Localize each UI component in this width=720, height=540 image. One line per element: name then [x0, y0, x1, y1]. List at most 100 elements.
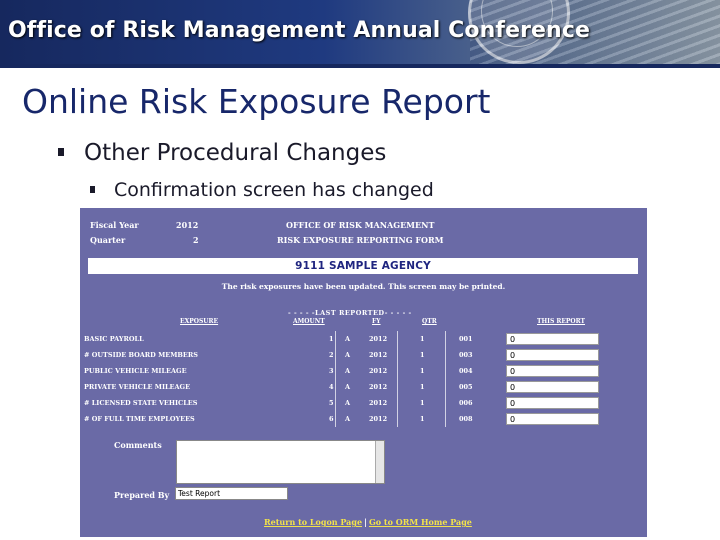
table-row: # OUTSIDE BOARD MEMBERS 2 A 2012 1 003 — [84, 347, 504, 363]
square-bullet-icon — [90, 186, 95, 193]
qtr-cell: 1 — [420, 383, 425, 391]
num-cell: 005 — [459, 383, 473, 391]
amount-cell: 6 — [329, 415, 334, 423]
column-divider — [335, 379, 336, 395]
exposure-name: # LICENSED STATE VEHICLES — [84, 399, 198, 407]
prepared-by-input[interactable]: Test Report — [175, 487, 288, 500]
table-row: # LICENSED STATE VEHICLES 5 A 2012 1 006 — [84, 395, 504, 411]
go-to-orm-home-link[interactable]: Go to ORM Home Page — [369, 517, 472, 527]
bullet-level1-text: Other Procedural Changes — [84, 140, 387, 166]
link-separator: | — [364, 517, 367, 527]
qtr-cell: 1 — [420, 351, 425, 359]
prepared-by-label: Prepared By — [114, 490, 170, 500]
textarea-scrollbar[interactable] — [375, 441, 384, 483]
code-cell: A — [345, 399, 351, 407]
bullet-level1: Other Procedural Changes — [58, 140, 387, 166]
column-divider — [445, 379, 446, 395]
this-report-input[interactable]: 0 — [506, 365, 599, 377]
quarter-label: Quarter — [90, 235, 126, 245]
col-qtr: QTR — [422, 318, 437, 325]
last-reported-header: - - - - -LAST REPORTED- - - - - — [288, 309, 412, 317]
amount-cell: 2 — [329, 351, 334, 359]
fy-cell: 2012 — [369, 351, 388, 359]
column-divider — [397, 411, 398, 427]
column-divider — [335, 363, 336, 379]
fy-cell: 2012 — [369, 367, 388, 375]
column-divider — [397, 395, 398, 411]
exposure-name: PUBLIC VEHICLE MILEAGE — [84, 367, 187, 375]
num-cell: 008 — [459, 415, 473, 423]
num-cell: 001 — [459, 335, 473, 343]
conference-title: Office of Risk Management Annual Confere… — [8, 18, 590, 43]
this-report-input[interactable]: 0 — [506, 381, 599, 393]
code-cell: A — [345, 335, 351, 343]
column-divider — [397, 347, 398, 363]
exposure-name: # OUTSIDE BOARD MEMBERS — [84, 351, 198, 359]
slide-title: Online Risk Exposure Report — [22, 82, 491, 121]
confirmation-screenshot: Fiscal Year 2012 Quarter 2 OFFICE OF RIS… — [80, 208, 647, 537]
col-this-report: THIS REPORT — [537, 318, 586, 325]
num-cell: 004 — [459, 367, 473, 375]
fiscal-year-value: 2012 — [176, 220, 199, 230]
qtr-cell: 1 — [420, 335, 425, 343]
footer-links: Return to Logon Page | Go to ORM Home Page — [264, 517, 472, 527]
office-title: OFFICE OF RISK MANAGEMENT — [286, 220, 435, 230]
col-amount: AMOUNT — [293, 318, 325, 325]
agency-bar: 9111 SAMPLE AGENCY — [88, 258, 638, 274]
column-divider — [335, 411, 336, 427]
quarter-value: 2 — [193, 235, 199, 245]
fy-cell: 2012 — [369, 399, 388, 407]
column-divider — [445, 363, 446, 379]
header-banner: Office of Risk Management Annual Confere… — [0, 0, 720, 64]
amount-cell: 3 — [329, 367, 334, 375]
bullet-level2: Confirmation screen has changed — [90, 179, 434, 201]
column-divider — [445, 411, 446, 427]
comments-textarea[interactable] — [176, 440, 385, 484]
this-report-input[interactable]: 0 — [506, 397, 599, 409]
fy-cell: 2012 — [369, 383, 388, 391]
code-cell: A — [345, 383, 351, 391]
table-row: BASIC PAYROLL 1 A 2012 1 001 — [84, 331, 504, 347]
fy-cell: 2012 — [369, 415, 388, 423]
column-divider — [445, 347, 446, 363]
column-divider — [397, 331, 398, 347]
col-exposure: EXPOSURE — [180, 318, 219, 325]
fy-cell: 2012 — [369, 335, 388, 343]
amount-cell: 1 — [329, 335, 334, 343]
this-report-input[interactable]: 0 — [506, 413, 599, 425]
amount-cell: 5 — [329, 399, 334, 407]
bullet-level2-text: Confirmation screen has changed — [114, 179, 434, 201]
exposure-name: PRIVATE VEHICLE MILEAGE — [84, 383, 191, 391]
return-to-logon-link[interactable]: Return to Logon Page — [264, 517, 362, 527]
code-cell: A — [345, 415, 351, 423]
square-bullet-icon — [58, 148, 64, 156]
this-report-input[interactable]: 0 — [506, 349, 599, 361]
fiscal-year-label: Fiscal Year — [90, 220, 139, 230]
comments-label: Comments — [114, 440, 162, 450]
column-divider — [397, 379, 398, 395]
num-cell: 006 — [459, 399, 473, 407]
table-row: PRIVATE VEHICLE MILEAGE 4 A 2012 1 005 — [84, 379, 504, 395]
column-divider — [445, 331, 446, 347]
column-divider — [335, 331, 336, 347]
update-message: The risk exposures have been updated. Th… — [221, 282, 506, 291]
this-report-input[interactable]: 0 — [506, 333, 599, 345]
table-row: # OF FULL TIME EMPLOYEES 6 A 2012 1 008 — [84, 411, 504, 427]
exposure-name: # OF FULL TIME EMPLOYEES — [84, 415, 195, 423]
header-rule — [0, 64, 720, 68]
col-fy: FY — [372, 318, 381, 325]
qtr-cell: 1 — [420, 415, 425, 423]
num-cell: 003 — [459, 351, 473, 359]
column-divider — [335, 395, 336, 411]
amount-cell: 4 — [329, 383, 334, 391]
code-cell: A — [345, 351, 351, 359]
column-divider — [335, 347, 336, 363]
qtr-cell: 1 — [420, 367, 425, 375]
agency-name: 9111 SAMPLE AGENCY — [295, 260, 431, 272]
column-divider — [445, 395, 446, 411]
qtr-cell: 1 — [420, 399, 425, 407]
table-row: PUBLIC VEHICLE MILEAGE 3 A 2012 1 004 — [84, 363, 504, 379]
form-title: RISK EXPOSURE REPORTING FORM — [277, 235, 444, 245]
column-divider — [397, 363, 398, 379]
code-cell: A — [345, 367, 351, 375]
